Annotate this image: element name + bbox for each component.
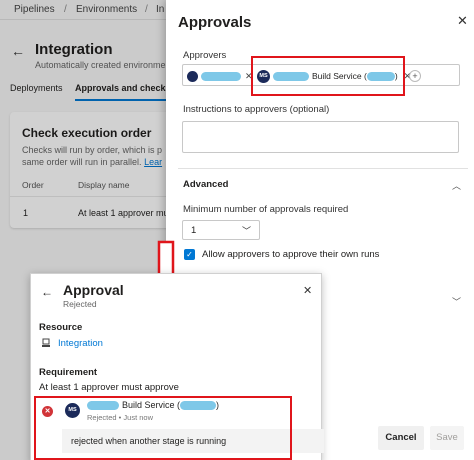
- add-approver-icon[interactable]: +: [409, 70, 421, 82]
- min-approvals-dropdown[interactable]: 1 ﹀: [182, 220, 260, 240]
- close-icon[interactable]: ✕: [457, 14, 468, 27]
- resource-link[interactable]: Integration: [58, 338, 103, 349]
- chevron-up-icon[interactable]: ︿: [452, 179, 461, 192]
- redacted-name: [201, 71, 241, 81]
- chevron-down-icon: ﹀: [241, 226, 251, 236]
- panel-title: Approvals: [178, 14, 252, 31]
- allow-self-approve-checkbox[interactable]: ✓: [184, 249, 195, 260]
- instructions-label: Instructions to approvers (optional): [183, 104, 330, 115]
- allow-self-approve-label: Allow approvers to approve their own run…: [202, 249, 380, 260]
- requirement-text: At least 1 approver must approve: [39, 382, 179, 393]
- divider: [178, 168, 468, 169]
- chevron-down-icon[interactable]: ﹀: [452, 295, 461, 308]
- popup-status: Rejected: [63, 299, 97, 309]
- popup-title: Approval: [63, 282, 124, 298]
- back-arrow-icon[interactable]: ←: [41, 285, 53, 299]
- min-approvals-label: Minimum number of approvals required: [183, 204, 349, 215]
- approval-popup: ← Approval Rejected ✕ Resource Integrati…: [30, 273, 324, 460]
- requirement-header: Requirement: [39, 367, 98, 378]
- approver-chip-1: ✕: [187, 69, 253, 83]
- environment-icon: [42, 338, 50, 347]
- advanced-section-header[interactable]: Advanced: [183, 179, 228, 190]
- min-approvals-value: 1: [191, 225, 197, 236]
- instructions-textarea[interactable]: [182, 121, 459, 153]
- resource-header: Resource: [39, 322, 83, 333]
- highlight-box: [34, 396, 292, 460]
- approvers-label: Approvers: [183, 50, 227, 61]
- highlight-box: [251, 56, 405, 96]
- avatar: [187, 70, 198, 82]
- save-button[interactable]: Save: [430, 426, 464, 450]
- close-icon[interactable]: ✕: [303, 286, 312, 297]
- cancel-button[interactable]: Cancel: [378, 426, 424, 450]
